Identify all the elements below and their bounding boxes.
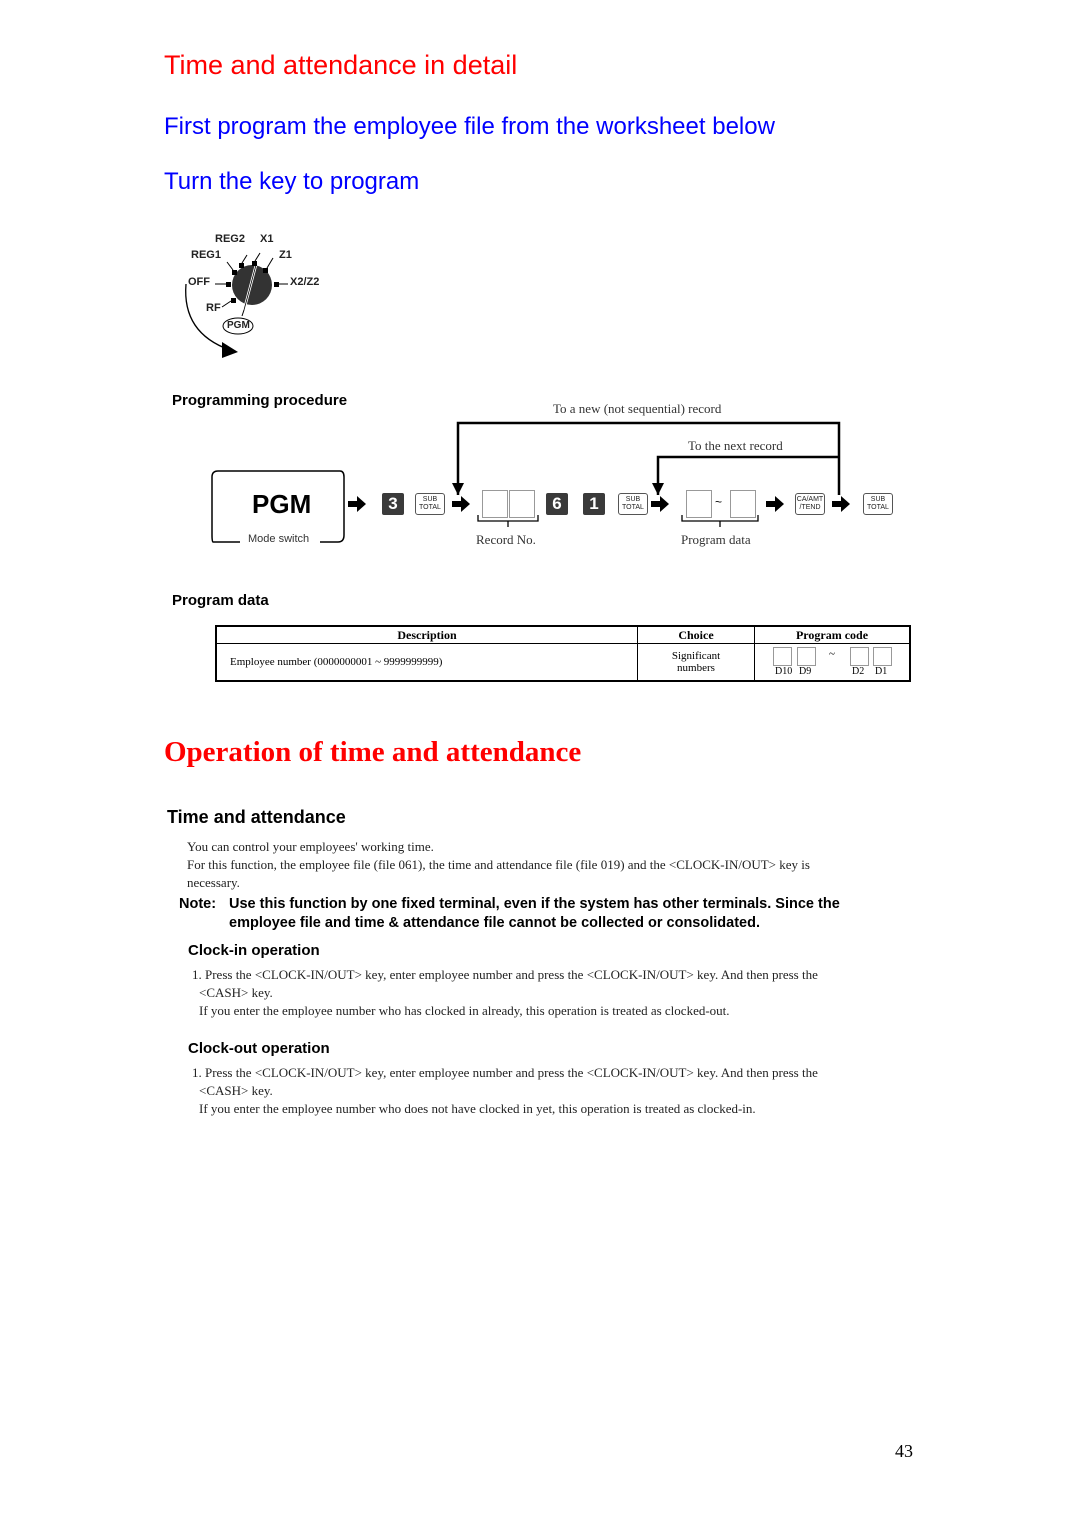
digit-label-d2: D2 [852,666,865,677]
loop-next-record-label: To the next record [688,438,783,453]
col-header-choice: Choice [637,625,755,644]
digit-label-d9: D9 [799,666,812,677]
note-block: Note: Use this function by one fixed ter… [179,895,919,933]
loop-new-record-line [456,421,841,495]
program-data-title: Program data [172,592,269,609]
digit-box-d9 [797,647,816,666]
subtitle-turn-key: Turn the key to program [164,168,420,195]
record-no-label: Record No. [476,532,536,547]
code-tilde: ~ [829,648,835,660]
col-header-description: Description [215,625,638,644]
dial-label-rf: RF [206,302,221,314]
intro-line-1: You can control your employees' working … [187,839,434,854]
dial-label-reg2: REG2 [215,233,245,245]
dial-label-pgm: PGM [227,320,250,331]
table-row: Employee number (0000000001 ~ 9999999999… [215,643,911,682]
intro-line-2: For this function, the employee file (fi… [187,857,810,872]
subtotal-key-top: SUB [422,496,438,503]
programming-procedure-diagram: To a new (not sequential) record To the … [160,395,920,555]
intro-line-3: necessary. [187,875,240,890]
turn-arrow-head [222,342,238,358]
subtitle-program-employee-file: First program the employee file from the… [164,113,775,140]
pgm-mode-key-label: PGM [252,489,312,519]
clock-out-step-1b: <CASH> key. [199,1083,273,1098]
time-attendance-title: Time and attendance [167,807,346,827]
clock-in-steps: 1. Press the <CLOCK-IN/OUT> key, enter e… [192,966,922,1020]
cell-choice: Significant numbers [637,643,755,682]
clock-in-step-1a: 1. Press the <CLOCK-IN/OUT> key, enter e… [192,967,818,982]
mode-switch-caption: Mode switch [248,533,310,545]
program-data-box-first [686,490,712,518]
arrow-icon [832,496,850,512]
arrow-icon [651,496,669,512]
arrow-icon [766,496,784,512]
record-no-digit-box [509,490,535,518]
note-line-2: employee file and time & attendance file… [229,915,760,931]
key-6: 6 [546,493,568,515]
turn-arrow-curve [185,283,231,351]
procedure-flow-lines [211,421,850,543]
clock-out-step-1c: If you enter the employee number who doe… [199,1101,756,1116]
cell-description: Employee number (0000000001 ~ 9999999999… [215,643,638,682]
digit-label-d10: D10 [775,666,793,677]
dial-label-z1: Z1 [279,249,292,261]
mode-switch-dial: REG2 X1 REG1 Z1 OFF X2/Z2 RF PGM [170,228,350,368]
subtotal-key-top: SUB [625,496,641,503]
record-no-digit-box [482,490,508,518]
subtotal-key-top: SUB [870,496,886,503]
note-label: Note: [179,896,217,912]
subtotal-key: SUB TOTAL [415,493,445,515]
clock-out-steps: 1. Press the <CLOCK-IN/OUT> key, enter e… [192,1064,922,1118]
key-1: 1 [583,493,605,515]
col-header-program-code: Program code [754,625,911,644]
arrow-icon [348,496,366,512]
ca-amt-tend-key: CA/AMT /TEND [795,493,825,515]
clock-out-title: Clock-out operation [188,1040,330,1057]
program-data-label: Program data [681,532,751,547]
loop-new-record-label: To a new (not sequential) record [553,401,722,416]
clock-out-step-1a: 1. Press the <CLOCK-IN/OUT> key, enter e… [192,1065,818,1080]
subtotal-key-final: SUB TOTAL [863,493,893,515]
arrow-icon [452,496,470,512]
operation-section-title: Operation of time and attendance [164,736,582,768]
clock-in-step-1c: If you enter the employee number who has… [199,1003,730,1018]
dial-label-x1: X1 [260,233,274,245]
subtotal-key-bottom: TOTAL [419,504,441,511]
page-number: 43 [895,1441,913,1461]
ca-key-top: CA/AMT [796,496,824,503]
program-data-box-last [730,490,756,518]
program-data-table: Description Choice Program code Employee… [215,625,911,682]
choice-line-1: Significant [671,650,721,662]
ca-key-bottom: /TEND [799,504,821,511]
key-3: 3 [382,493,404,515]
digit-label-d1: D1 [875,666,888,677]
main-title: Time and attendance in detail [164,50,518,80]
subtotal-key-bottom: TOTAL [867,504,889,511]
choice-line-2: numbers [677,662,715,674]
clock-in-step-1b: <CASH> key. [199,985,273,1000]
time-attendance-intro: You can control your employees' working … [187,838,917,892]
dial-label-x2z2: X2/Z2 [290,276,320,288]
digit-box-d10 [773,647,792,666]
program-data-tilde: ~ [715,495,723,509]
subtotal-key: SUB TOTAL [618,493,648,515]
subtotal-key-bottom: TOTAL [622,504,644,511]
clock-in-title: Clock-in operation [188,942,320,959]
note-line-1: Use this function by one fixed terminal,… [229,896,840,912]
dial-label-reg1: REG1 [191,249,221,261]
digit-box-d1 [873,647,892,666]
table-header-row: Description Choice Program code [215,625,911,644]
cell-program-code: ~ D10 D9 D2 D1 [754,643,911,682]
dial-label-off: OFF [188,276,210,288]
digit-box-d2 [850,647,869,666]
